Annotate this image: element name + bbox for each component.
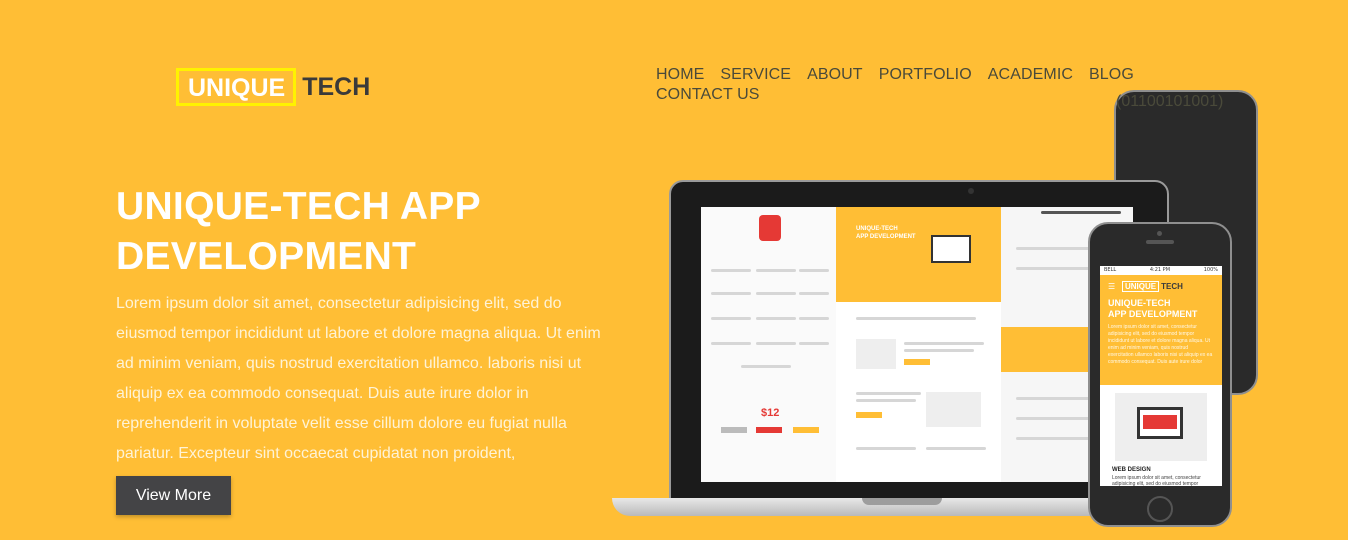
phone-mockup-image: BELL 4:21 PM 100% ☰ UNIQUE TECH UNIQUE-T… bbox=[1088, 222, 1232, 527]
phone-battery: 100% bbox=[1203, 267, 1218, 273]
phone-status-bar: BELL 4:21 PM 100% bbox=[1100, 266, 1222, 275]
laptop-notch bbox=[862, 498, 942, 505]
phone-camera-icon bbox=[1157, 231, 1162, 236]
main-nav: HOME SERVICE ABOUT PORTFOLIO ACADEMIC BL… bbox=[656, 65, 1258, 395]
laptop-display: $12 UNIQUE-TECH APP DEVELOPMENT bbox=[701, 207, 1133, 482]
nav-home[interactable]: HOME bbox=[656, 65, 704, 85]
phone-hero: ☰ UNIQUE TECH UNIQUE-TECH APP DEVELOPMEN… bbox=[1100, 275, 1222, 385]
nav-academic[interactable]: ACADEMIC bbox=[988, 65, 1073, 85]
mockup-trophy-icon bbox=[759, 215, 781, 241]
laptop-camera-icon bbox=[968, 188, 974, 194]
hero-description: Lorem ipsum dolor sit amet, consectetur … bbox=[116, 295, 601, 462]
mockup-monitor-icon bbox=[931, 235, 971, 263]
phone-home-button bbox=[1147, 496, 1173, 522]
mockup-illustration bbox=[856, 339, 896, 369]
hero-title-line2: DEVELOPMENT bbox=[116, 235, 417, 278]
hero-title: UNIQUE-TECH APP DEVELOPMENT bbox=[116, 182, 596, 282]
phone-logo-tech: TECH bbox=[1161, 282, 1183, 291]
mockup-yellow-banner: UNIQUE-TECH APP DEVELOPMENT bbox=[836, 207, 1001, 302]
phone-hero-text: Lorem ipsum dolor sit amet, consectetur … bbox=[1108, 324, 1213, 365]
phone-illustration bbox=[1115, 393, 1207, 461]
mockup-price: $12 bbox=[761, 407, 780, 419]
hamburger-menu-icon: ☰ bbox=[1108, 282, 1116, 291]
phone-time: 4:21 PM bbox=[1149, 267, 1171, 273]
site-logo[interactable]: UNIQUE TECH bbox=[176, 68, 370, 106]
logo-tech: TECH bbox=[302, 73, 371, 101]
phone-screen: BELL 4:21 PM 100% ☰ UNIQUE TECH UNIQUE-T… bbox=[1100, 266, 1222, 486]
phone-title: UNIQUE-TECH APP DEVELOPMENT bbox=[1108, 298, 1214, 320]
phone-title-line2: APP DEVELOPMENT bbox=[1108, 309, 1198, 319]
mockup-title-line2: APP DEVELOPMENT bbox=[856, 234, 916, 240]
view-more-button[interactable]: View More bbox=[116, 476, 231, 515]
mockup-title-line1: UNIQUE-TECH bbox=[856, 226, 898, 232]
logo-unique: UNIQUE bbox=[176, 68, 297, 106]
nav-about[interactable]: ABOUT bbox=[807, 65, 863, 85]
hero-title-line1: UNIQUE-TECH APP bbox=[116, 185, 481, 228]
phone-carrier: BELL bbox=[1104, 267, 1117, 273]
phone-logo-unique: UNIQUE bbox=[1122, 281, 1160, 292]
phone-title-line1: UNIQUE-TECH bbox=[1108, 298, 1171, 308]
mockup-illustration-2 bbox=[926, 392, 981, 427]
mockup-column-left: $12 bbox=[701, 207, 836, 482]
phone-speaker bbox=[1146, 240, 1174, 244]
phone-section-title: WEB DESIGN bbox=[1112, 467, 1151, 473]
mockup-column-center: UNIQUE-TECH APP DEVELOPMENT bbox=[836, 207, 1001, 482]
nav-portfolio[interactable]: PORTFOLIO bbox=[879, 65, 972, 85]
nav-blog[interactable]: BLOG bbox=[1089, 65, 1134, 85]
phone-section-text: Lorem ipsum dolor sit amet, consectetur … bbox=[1112, 475, 1201, 486]
nav-contact-us[interactable]: CONTACT US bbox=[656, 85, 760, 105]
phone-logo: UNIQUE TECH bbox=[1122, 281, 1214, 292]
nav-service[interactable]: SERVICE bbox=[720, 65, 791, 85]
